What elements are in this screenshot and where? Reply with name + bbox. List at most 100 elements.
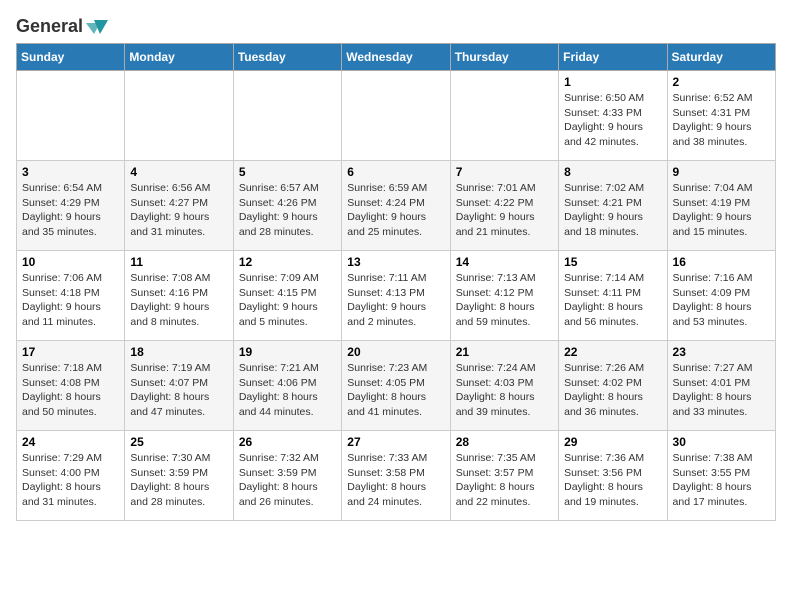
day-number: 17 — [22, 345, 119, 359]
page-header: General — [16, 16, 776, 33]
day-number: 6 — [347, 165, 444, 179]
day-number: 1 — [564, 75, 661, 89]
calendar-cell: 6 Sunrise: 6:59 AMSunset: 4:24 PMDaylight… — [342, 161, 450, 251]
day-info: Sunrise: 6:52 AMSunset: 4:31 PMDaylight:… — [673, 91, 770, 150]
day-info: Sunrise: 7:11 AMSunset: 4:13 PMDaylight:… — [347, 271, 444, 330]
calendar-cell — [450, 71, 558, 161]
day-number: 15 — [564, 255, 661, 269]
day-info: Sunrise: 6:54 AMSunset: 4:29 PMDaylight:… — [22, 181, 119, 240]
day-info: Sunrise: 7:24 AMSunset: 4:03 PMDaylight:… — [456, 361, 553, 420]
calendar-cell: 7 Sunrise: 7:01 AMSunset: 4:22 PMDaylight… — [450, 161, 558, 251]
day-info: Sunrise: 7:38 AMSunset: 3:55 PMDaylight:… — [673, 451, 770, 510]
day-info: Sunrise: 7:30 AMSunset: 3:59 PMDaylight:… — [130, 451, 227, 510]
day-number: 13 — [347, 255, 444, 269]
day-info: Sunrise: 7:35 AMSunset: 3:57 PMDaylight:… — [456, 451, 553, 510]
calendar-cell: 27 Sunrise: 7:33 AMSunset: 3:58 PMDayligh… — [342, 431, 450, 521]
calendar-cell: 8Sunrise: 7:02 AMSunset: 4:21 PMDaylight… — [559, 161, 667, 251]
calendar-cell: 24 Sunrise: 7:29 AMSunset: 4:00 PMDayligh… — [17, 431, 125, 521]
day-number: 24 — [22, 435, 119, 449]
calendar-cell: 11 Sunrise: 7:08 AMSunset: 4:16 PMDayligh… — [125, 251, 233, 341]
day-info: Sunrise: 7:16 AMSunset: 4:09 PMDaylight:… — [673, 271, 770, 330]
day-number: 8 — [564, 165, 661, 179]
day-number: 29 — [564, 435, 661, 449]
week-row-5: 24 Sunrise: 7:29 AMSunset: 4:00 PMDayligh… — [17, 431, 776, 521]
week-row-2: 3Sunrise: 6:54 AMSunset: 4:29 PMDaylight… — [17, 161, 776, 251]
day-number: 21 — [456, 345, 553, 359]
day-number: 16 — [673, 255, 770, 269]
calendar-cell: 9 Sunrise: 7:04 AMSunset: 4:19 PMDaylight… — [667, 161, 775, 251]
week-row-3: 10Sunrise: 7:06 AMSunset: 4:18 PMDayligh… — [17, 251, 776, 341]
calendar-cell — [233, 71, 341, 161]
logo-general: General — [16, 16, 83, 37]
calendar-cell: 22 Sunrise: 7:26 AMSunset: 4:02 PMDayligh… — [559, 341, 667, 431]
day-header-friday: Friday — [559, 44, 667, 71]
calendar-cell — [125, 71, 233, 161]
day-info: Sunrise: 7:09 AMSunset: 4:15 PMDaylight:… — [239, 271, 336, 330]
calendar-cell: 26 Sunrise: 7:32 AMSunset: 3:59 PMDayligh… — [233, 431, 341, 521]
day-number: 11 — [130, 255, 227, 269]
calendar-cell: 12 Sunrise: 7:09 AMSunset: 4:15 PMDayligh… — [233, 251, 341, 341]
calendar-cell: 1 Sunrise: 6:50 AMSunset: 4:33 PMDaylight… — [559, 71, 667, 161]
day-info: Sunrise: 7:04 AMSunset: 4:19 PMDaylight:… — [673, 181, 770, 240]
calendar-cell: 25 Sunrise: 7:30 AMSunset: 3:59 PMDayligh… — [125, 431, 233, 521]
day-info: Sunrise: 7:14 AMSunset: 4:11 PMDaylight:… — [564, 271, 661, 330]
logo-icon — [86, 18, 108, 36]
calendar-cell — [342, 71, 450, 161]
calendar-cell: 21 Sunrise: 7:24 AMSunset: 4:03 PMDayligh… — [450, 341, 558, 431]
day-info: Sunrise: 7:26 AMSunset: 4:02 PMDaylight:… — [564, 361, 661, 420]
calendar-cell: 5 Sunrise: 6:57 AMSunset: 4:26 PMDaylight… — [233, 161, 341, 251]
day-info: Sunrise: 7:33 AMSunset: 3:58 PMDaylight:… — [347, 451, 444, 510]
week-row-4: 17 Sunrise: 7:18 AMSunset: 4:08 PMDayligh… — [17, 341, 776, 431]
days-of-week-row: SundayMondayTuesdayWednesdayThursdayFrid… — [17, 44, 776, 71]
day-info: Sunrise: 6:59 AMSunset: 4:24 PMDaylight:… — [347, 181, 444, 240]
day-number: 9 — [673, 165, 770, 179]
day-number: 30 — [673, 435, 770, 449]
day-info: Sunrise: 7:18 AMSunset: 4:08 PMDaylight:… — [22, 361, 119, 420]
day-info: Sunrise: 7:08 AMSunset: 4:16 PMDaylight:… — [130, 271, 227, 330]
day-number: 28 — [456, 435, 553, 449]
day-number: 26 — [239, 435, 336, 449]
calendar-cell — [17, 71, 125, 161]
day-info: Sunrise: 7:06 AMSunset: 4:18 PMDaylight:… — [22, 271, 119, 330]
calendar-cell: 4Sunrise: 6:56 AMSunset: 4:27 PMDaylight… — [125, 161, 233, 251]
calendar-cell: 10Sunrise: 7:06 AMSunset: 4:18 PMDayligh… — [17, 251, 125, 341]
day-info: Sunrise: 7:01 AMSunset: 4:22 PMDaylight:… — [456, 181, 553, 240]
day-number: 2 — [673, 75, 770, 89]
day-info: Sunrise: 7:29 AMSunset: 4:00 PMDaylight:… — [22, 451, 119, 510]
day-number: 12 — [239, 255, 336, 269]
day-info: Sunrise: 7:32 AMSunset: 3:59 PMDaylight:… — [239, 451, 336, 510]
calendar-table: SundayMondayTuesdayWednesdayThursdayFrid… — [16, 43, 776, 521]
day-info: Sunrise: 6:57 AMSunset: 4:26 PMDaylight:… — [239, 181, 336, 240]
calendar-cell: 28 Sunrise: 7:35 AMSunset: 3:57 PMDayligh… — [450, 431, 558, 521]
calendar-cell: 23 Sunrise: 7:27 AMSunset: 4:01 PMDayligh… — [667, 341, 775, 431]
day-info: Sunrise: 7:27 AMSunset: 4:01 PMDaylight:… — [673, 361, 770, 420]
day-number: 7 — [456, 165, 553, 179]
calendar-body: 1 Sunrise: 6:50 AMSunset: 4:33 PMDaylight… — [17, 71, 776, 521]
calendar-cell: 13 Sunrise: 7:11 AMSunset: 4:13 PMDayligh… — [342, 251, 450, 341]
calendar-cell: 2 Sunrise: 6:52 AMSunset: 4:31 PMDaylight… — [667, 71, 775, 161]
day-info: Sunrise: 7:36 AMSunset: 3:56 PMDaylight:… — [564, 451, 661, 510]
day-info: Sunrise: 6:50 AMSunset: 4:33 PMDaylight:… — [564, 91, 661, 150]
logo: General — [16, 16, 108, 33]
day-number: 5 — [239, 165, 336, 179]
calendar-cell: 18Sunrise: 7:19 AMSunset: 4:07 PMDayligh… — [125, 341, 233, 431]
calendar-header: SundayMondayTuesdayWednesdayThursdayFrid… — [17, 44, 776, 71]
calendar-cell: 30 Sunrise: 7:38 AMSunset: 3:55 PMDayligh… — [667, 431, 775, 521]
day-number: 27 — [347, 435, 444, 449]
day-header-tuesday: Tuesday — [233, 44, 341, 71]
day-number: 22 — [564, 345, 661, 359]
calendar-cell: 20Sunrise: 7:23 AMSunset: 4:05 PMDayligh… — [342, 341, 450, 431]
calendar-cell: 29 Sunrise: 7:36 AMSunset: 3:56 PMDayligh… — [559, 431, 667, 521]
calendar-cell: 19 Sunrise: 7:21 AMSunset: 4:06 PMDayligh… — [233, 341, 341, 431]
day-header-sunday: Sunday — [17, 44, 125, 71]
calendar-cell: 16 Sunrise: 7:16 AMSunset: 4:09 PMDayligh… — [667, 251, 775, 341]
day-number: 19 — [239, 345, 336, 359]
day-header-wednesday: Wednesday — [342, 44, 450, 71]
day-number: 23 — [673, 345, 770, 359]
day-info: Sunrise: 7:21 AMSunset: 4:06 PMDaylight:… — [239, 361, 336, 420]
day-number: 20 — [347, 345, 444, 359]
day-number: 25 — [130, 435, 227, 449]
day-info: Sunrise: 7:19 AMSunset: 4:07 PMDaylight:… — [130, 361, 227, 420]
day-number: 4 — [130, 165, 227, 179]
calendar-cell: 15 Sunrise: 7:14 AMSunset: 4:11 PMDayligh… — [559, 251, 667, 341]
